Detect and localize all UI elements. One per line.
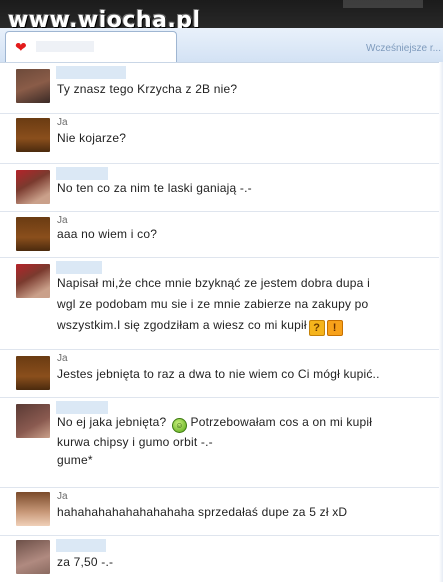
avatar <box>16 404 50 438</box>
question-emoticon-icon: ? <box>308 320 325 336</box>
sender-name: Ja <box>57 353 68 364</box>
message-text: hahahahahahahahahaha sprzedałaś dupe za … <box>57 505 348 519</box>
sender-name: Ja <box>57 491 68 502</box>
tab-title-redacted <box>36 41 94 52</box>
sender-name-redacted <box>56 539 106 552</box>
chat-log[interactable]: Ty znasz tego Krzycha z 2B nie? Ja Nie k… <box>0 62 443 583</box>
message-text: Napisał mi,że chce mnie bzyknąć ze jeste… <box>57 276 370 336</box>
exclamation-emoticon-icon: ! <box>326 320 343 336</box>
heart-icon: ❤ <box>15 39 27 55</box>
chat-message: Ja hahahahahahahahahaha sprzedałaś dupe … <box>0 487 443 536</box>
avatar <box>16 356 50 390</box>
avatar <box>16 118 50 152</box>
chat-message: No ej jaka jebnięta? ☺ Potrzebowałam cos… <box>0 397 443 488</box>
message-text: Ty znasz tego Krzycha z 2B nie? <box>57 82 238 96</box>
chat-message: Ja Jestes jebnięta to raz a dwa to nie w… <box>0 349 443 398</box>
chat-message: za 7,50 -.- <box>0 535 443 584</box>
avatar <box>16 217 50 251</box>
message-text: No ej jaka jebnięta? ☺ Potrzebowałam cos… <box>57 415 373 467</box>
chat-message: Ty znasz tego Krzycha z 2B nie? <box>0 63 443 113</box>
chat-tab-bar: ❤ Wcześniejsze r... <box>0 28 443 63</box>
sender-name-redacted <box>56 66 126 79</box>
chat-message: Napisał mi,że chce mnie bzyknąć ze jeste… <box>0 257 443 350</box>
avatar <box>16 69 50 103</box>
message-text: Jestes jebnięta to raz a dwa to nie wiem… <box>57 367 380 381</box>
avatar <box>16 540 50 574</box>
chat-message: No ten co za nim te laski ganiają -.- <box>0 163 443 212</box>
avatar <box>16 170 50 204</box>
message-text: za 7,50 -.- <box>57 555 114 569</box>
chat-edge <box>439 62 443 582</box>
avatar <box>16 492 50 526</box>
message-text: No ten co za nim te laski ganiają -.- <box>57 181 252 195</box>
sender-name: Ja <box>57 117 68 128</box>
message-text: Nie kojarze? <box>57 131 127 145</box>
chat-message: Ja Nie kojarze? <box>0 113 443 164</box>
avatar <box>16 264 50 298</box>
chat-message: Ja aaa no wiem i co? <box>0 211 443 258</box>
banner-decoration <box>343 0 423 8</box>
older-messages-link[interactable]: Wcześniejsze r... <box>366 43 441 54</box>
message-text: aaa no wiem i co? <box>57 227 158 241</box>
chat-tab[interactable]: ❤ <box>5 31 177 62</box>
smile-emoticon-icon: ☺ <box>171 418 187 433</box>
